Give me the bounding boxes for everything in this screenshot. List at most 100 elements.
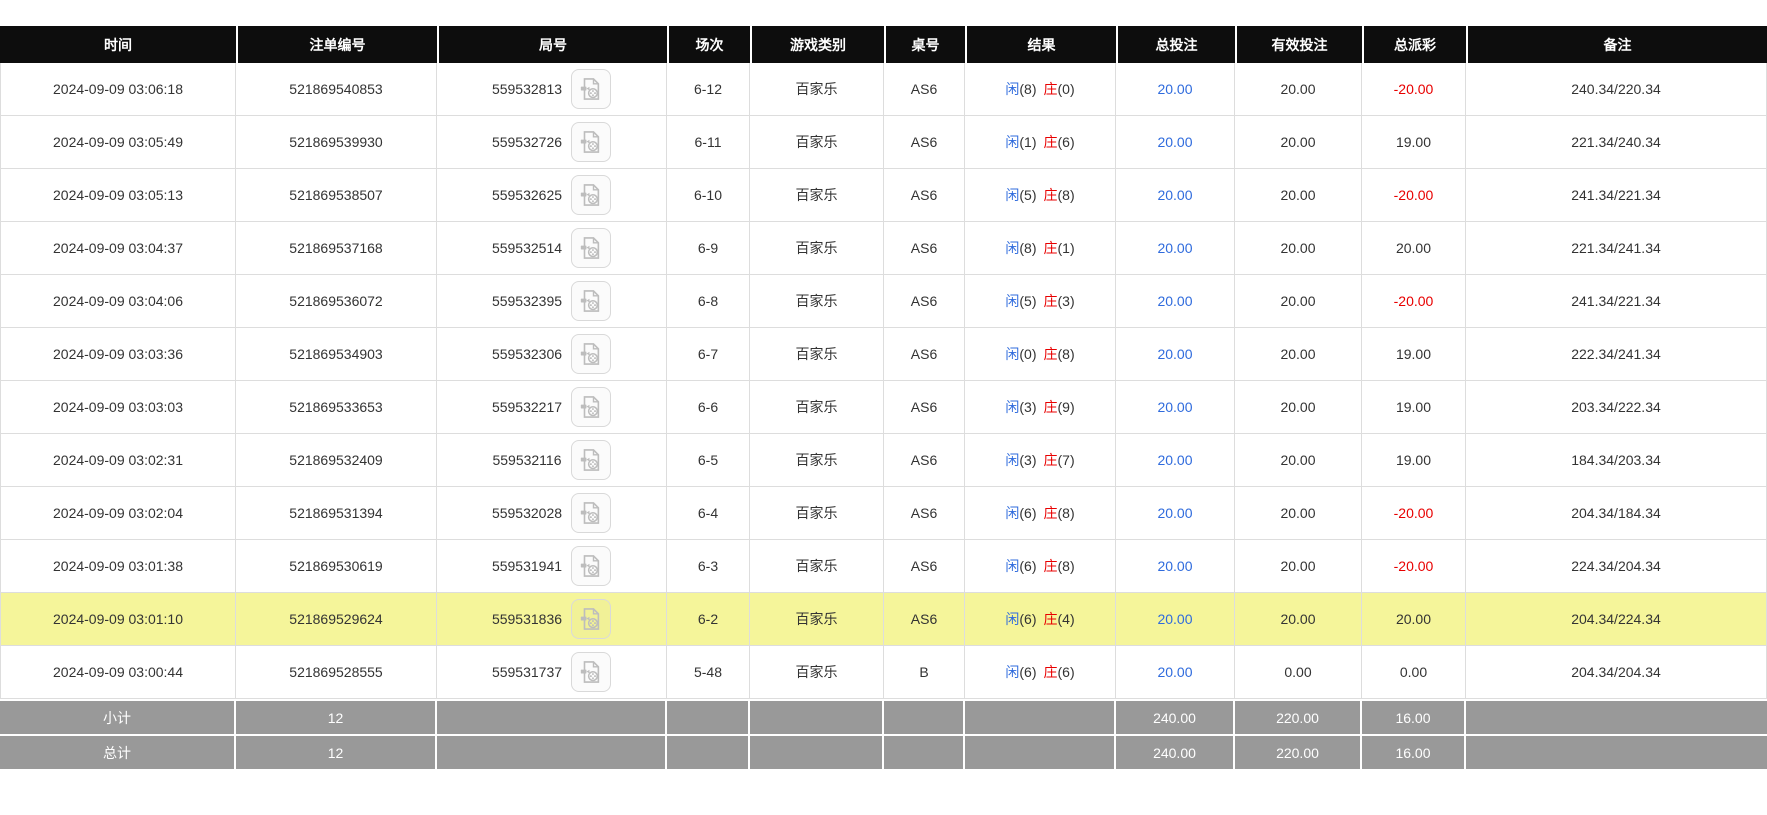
table-row[interactable]: 2024-09-09 03:02:04 521869531394 5595320… <box>0 487 1767 540</box>
cell-game-type: 百家乐 <box>750 434 884 487</box>
video-file-icon <box>580 78 600 100</box>
result-banker-points: (4) <box>1057 611 1075 627</box>
result-player-label: 闲 <box>1005 293 1020 309</box>
video-file-icon <box>580 502 600 524</box>
cell-result: 闲(8) 庄(0) <box>965 63 1116 116</box>
video-replay-button[interactable] <box>571 546 612 586</box>
bet-records-table: 时间 注单编号 局号 场次 游戏类别 桌号 结果 总投注 有效投注 总派彩 备注 2024-09-0… <box>0 26 1767 769</box>
result-player-label: 闲 <box>1005 558 1020 574</box>
video-replay-button[interactable] <box>571 493 612 533</box>
result-banker-points: (8) <box>1057 505 1075 521</box>
summary-count: 12 <box>236 734 437 769</box>
cell-table-no: B <box>884 646 965 699</box>
round-number: 559531836 <box>491 611 563 627</box>
result-player-label: 闲 <box>1005 399 1020 415</box>
cell-total-payout: 0.00 <box>1362 646 1466 699</box>
result-player-points: (0) <box>1019 346 1037 362</box>
cell-table-no: AS6 <box>884 381 965 434</box>
summary-row: 总计 12 240.00 220.00 16.00 <box>0 734 1767 769</box>
video-file-icon <box>580 184 600 206</box>
cell-result: 闲(5) 庄(3) <box>965 275 1116 328</box>
result-player-points: (8) <box>1019 240 1037 256</box>
table-row[interactable]: 2024-09-09 03:04:37 521869537168 5595325… <box>0 222 1767 275</box>
column-header-total_payout: 总派彩 <box>1362 26 1466 63</box>
cell-valid-bet: 0.00 <box>1235 646 1362 699</box>
video-replay-button[interactable] <box>571 122 612 162</box>
result-player-label: 闲 <box>1005 664 1020 680</box>
video-replay-button[interactable] <box>571 175 612 215</box>
cell-game-type: 百家乐 <box>750 540 884 593</box>
video-replay-button[interactable] <box>571 69 612 109</box>
video-replay-button[interactable] <box>571 387 612 427</box>
round-number: 559531941 <box>491 558 563 574</box>
video-replay-button[interactable] <box>571 599 612 639</box>
cell-result: 闲(3) 庄(9) <box>965 381 1116 434</box>
result-player-label: 闲 <box>1005 611 1020 627</box>
cell-game-type: 百家乐 <box>750 328 884 381</box>
cell-round: 559532028 <box>437 487 667 540</box>
cell-remark: 221.34/241.34 <box>1466 222 1767 275</box>
result-banker-points: (8) <box>1057 187 1075 203</box>
result-banker-points: (7) <box>1057 452 1075 468</box>
cell-session: 6-3 <box>667 540 750 593</box>
cell-time: 2024-09-09 03:05:49 <box>0 116 236 169</box>
cell-remark: 221.34/240.34 <box>1466 116 1767 169</box>
cell-table-no: AS6 <box>884 434 965 487</box>
cell-remark: 222.34/241.34 <box>1466 328 1767 381</box>
cell-bet-id: 521869528555 <box>236 646 437 699</box>
cell-total-bet: 20.00 <box>1116 222 1235 275</box>
cell-session: 6-11 <box>667 116 750 169</box>
cell-remark: 204.34/204.34 <box>1466 646 1767 699</box>
table-row[interactable]: 2024-09-09 03:02:31 521869532409 5595321… <box>0 434 1767 487</box>
cell-valid-bet: 20.00 <box>1235 275 1362 328</box>
table-row[interactable]: 2024-09-09 03:01:10 521869529624 5595318… <box>0 593 1767 646</box>
cell-bet-id: 521869533653 <box>236 381 437 434</box>
table-row[interactable]: 2024-09-09 03:00:44 521869528555 5595317… <box>0 646 1767 699</box>
result-player-label: 闲 <box>1005 452 1020 468</box>
cell-round: 559532116 <box>437 434 667 487</box>
cell-table-no: AS6 <box>884 116 965 169</box>
cell-bet-id: 521869536072 <box>236 275 437 328</box>
table-row[interactable]: 2024-09-09 03:05:49 521869539930 5595327… <box>0 116 1767 169</box>
result-banker-label: 庄 <box>1043 664 1058 680</box>
summary-total-payout: 16.00 <box>1362 699 1466 734</box>
result-banker-label: 庄 <box>1043 187 1058 203</box>
cell-total-payout: -20.00 <box>1362 169 1466 222</box>
cell-round: 559532726 <box>437 116 667 169</box>
cell-total-payout: 19.00 <box>1362 328 1466 381</box>
video-replay-button[interactable] <box>571 334 612 374</box>
video-replay-button[interactable] <box>570 440 611 480</box>
table-row[interactable]: 2024-09-09 03:01:38 521869530619 5595319… <box>0 540 1767 593</box>
cell-session: 5-48 <box>667 646 750 699</box>
result-player-points: (5) <box>1019 187 1037 203</box>
table-row[interactable]: 2024-09-09 03:03:03 521869533653 5595322… <box>0 381 1767 434</box>
table-row[interactable]: 2024-09-09 03:05:13 521869538507 5595326… <box>0 169 1767 222</box>
cell-bet-id: 521869537168 <box>236 222 437 275</box>
table-row[interactable]: 2024-09-09 03:06:18 521869540853 5595328… <box>0 63 1767 116</box>
video-replay-button[interactable] <box>571 228 612 268</box>
cell-bet-id: 521869529624 <box>236 593 437 646</box>
cell-remark: 240.34/220.34 <box>1466 63 1767 116</box>
summary-empty-remark <box>1466 699 1767 734</box>
table-row[interactable]: 2024-09-09 03:04:06 521869536072 5595323… <box>0 275 1767 328</box>
cell-total-bet: 20.00 <box>1116 487 1235 540</box>
round-number: 559532726 <box>491 134 563 150</box>
summary-total-bet: 240.00 <box>1116 734 1235 769</box>
video-file-icon <box>580 608 600 630</box>
result-banker-points: (8) <box>1057 346 1075 362</box>
table-row[interactable]: 2024-09-09 03:03:36 521869534903 5595323… <box>0 328 1767 381</box>
cell-result: 闲(8) 庄(1) <box>965 222 1116 275</box>
cell-total-payout: 19.00 <box>1362 116 1466 169</box>
summary-empty-table-no <box>884 699 965 734</box>
result-player-label: 闲 <box>1005 505 1020 521</box>
video-replay-button[interactable] <box>571 652 612 692</box>
result-player-label: 闲 <box>1005 81 1020 97</box>
video-replay-button[interactable] <box>571 281 612 321</box>
cell-bet-id: 521869540853 <box>236 63 437 116</box>
cell-table-no: AS6 <box>884 63 965 116</box>
cell-valid-bet: 20.00 <box>1235 169 1362 222</box>
cell-game-type: 百家乐 <box>750 116 884 169</box>
summary-empty-round <box>437 699 667 734</box>
cell-time: 2024-09-09 03:05:13 <box>0 169 236 222</box>
cell-total-payout: -20.00 <box>1362 487 1466 540</box>
